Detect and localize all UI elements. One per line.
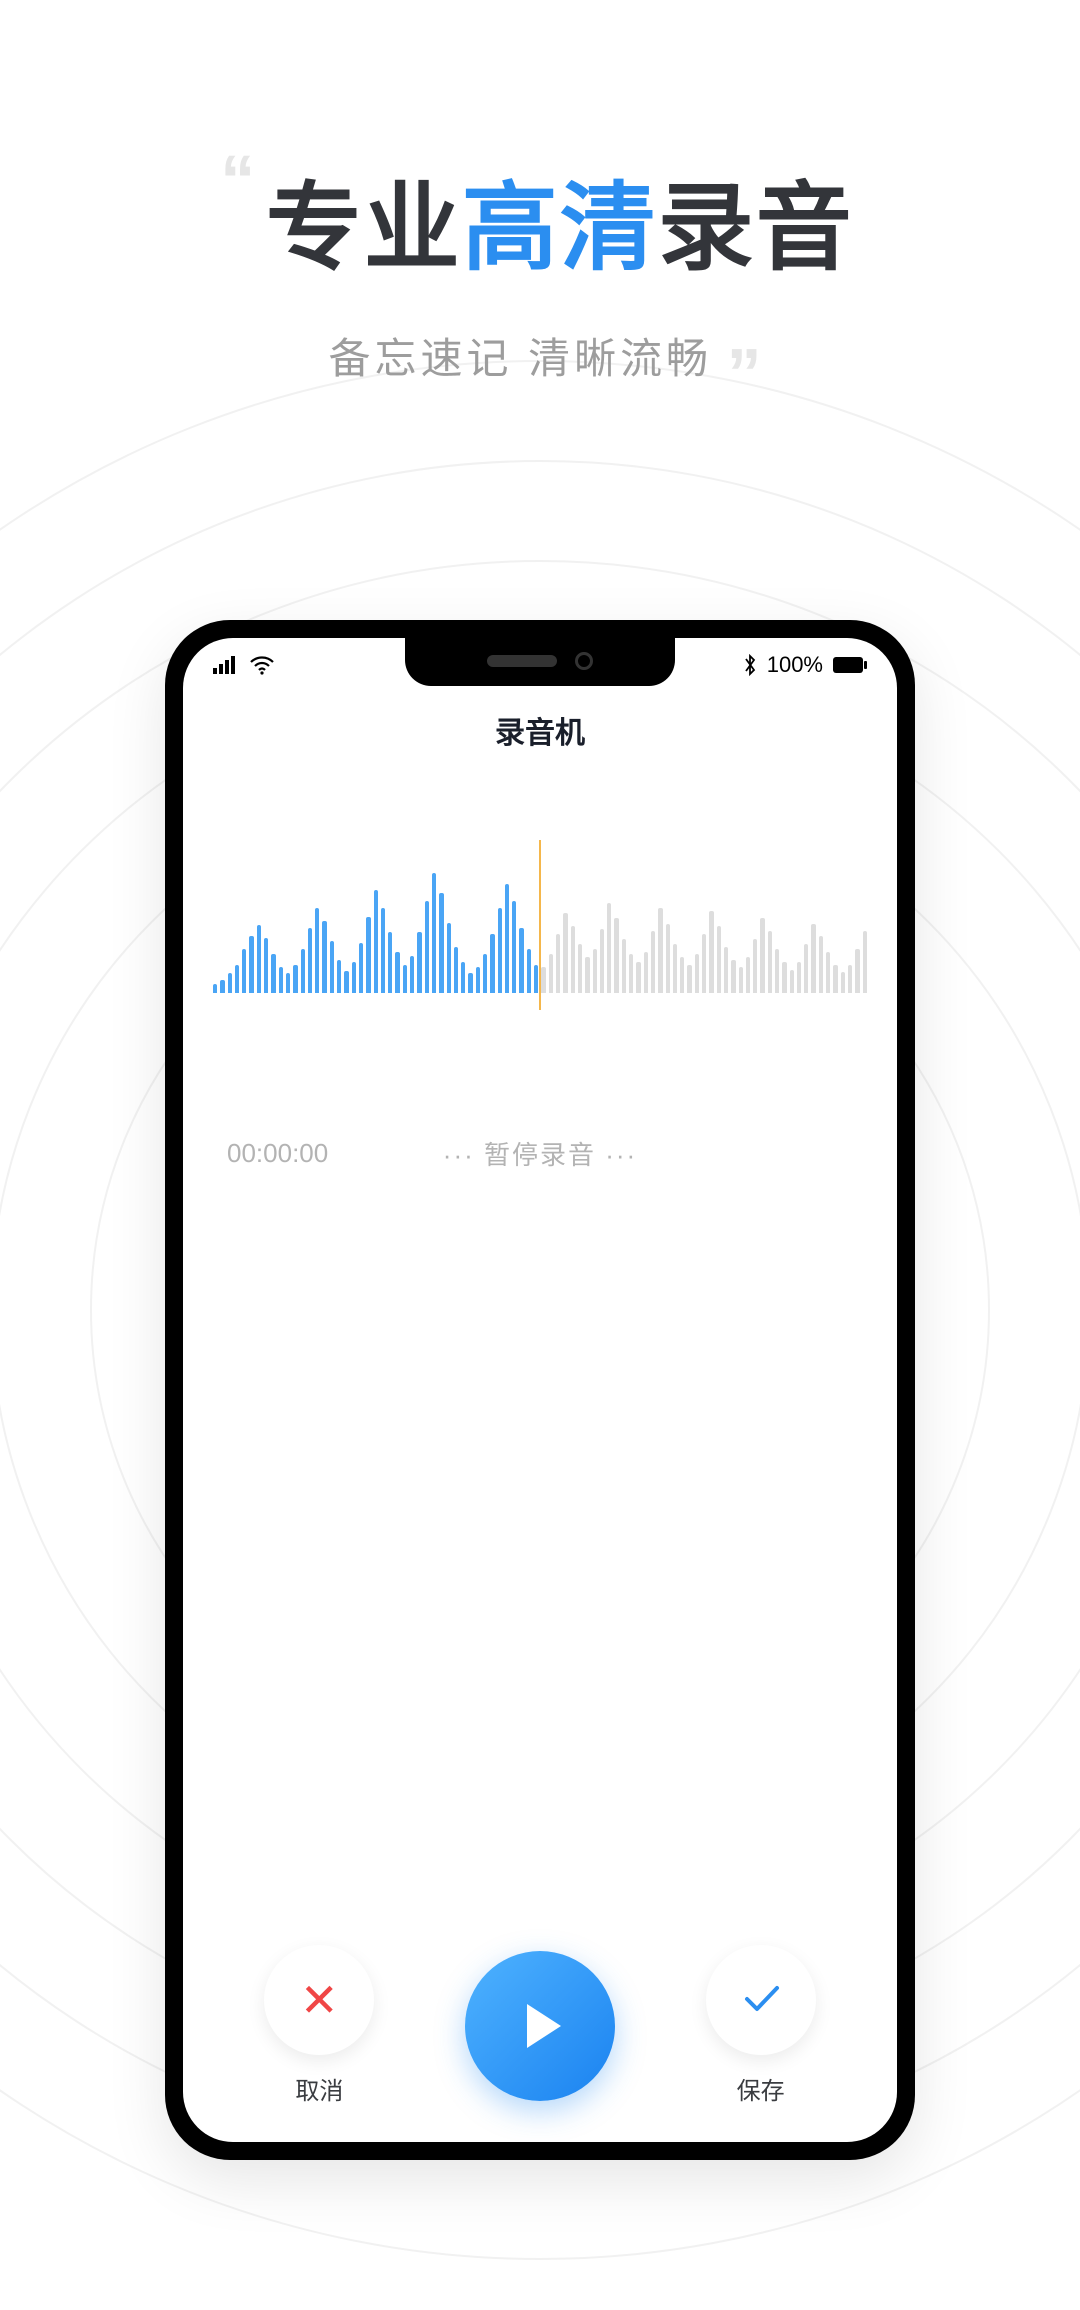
phone-screen: 100% 录音机 00:00:00 ··· 暂停录音 ··· ✕ 取消 [183, 638, 897, 2142]
waveform-recorded [213, 858, 539, 993]
signal-icon [213, 656, 239, 674]
play-button[interactable] [465, 1951, 615, 2101]
app-title: 录音机 [183, 708, 897, 752]
cancel-label: 取消 [295, 2071, 343, 2106]
recording-status: ··· 暂停录音 ··· [443, 1135, 637, 1172]
battery-percent: 100% [767, 652, 823, 678]
headline: “ 专业高清录音 [0, 150, 1080, 289]
headline-part1: 专业 [266, 175, 462, 282]
waveform-upcoming [541, 858, 867, 993]
recording-time: 00:00:00 [227, 1138, 328, 1169]
quote-close-icon: ” [727, 334, 762, 412]
cancel-button[interactable]: ✕ 取消 [264, 1945, 374, 2106]
phone-mockup: 100% 录音机 00:00:00 ··· 暂停录音 ··· ✕ 取消 [165, 620, 915, 2160]
save-button[interactable]: 保存 [706, 1945, 816, 2106]
check-icon [737, 1974, 785, 2027]
waveform-area[interactable] [183, 858, 897, 993]
subtitle-row: 备忘速记 清晰流畅 ” [0, 325, 1080, 405]
headline-part3: 录音 [658, 175, 854, 282]
close-icon: ✕ [300, 1977, 339, 2023]
subtitle: 备忘速记 清晰流畅 [328, 335, 712, 382]
save-label: 保存 [737, 2071, 785, 2106]
phone-notch [405, 638, 675, 686]
battery-icon [833, 657, 867, 673]
headline-accent: 高清 [462, 175, 658, 282]
quote-open-icon: “ [220, 141, 255, 219]
action-bar: ✕ 取消 保存 [183, 1945, 897, 2106]
bluetooth-icon [743, 654, 757, 676]
play-icon [527, 2004, 561, 2048]
wifi-icon [249, 655, 275, 675]
